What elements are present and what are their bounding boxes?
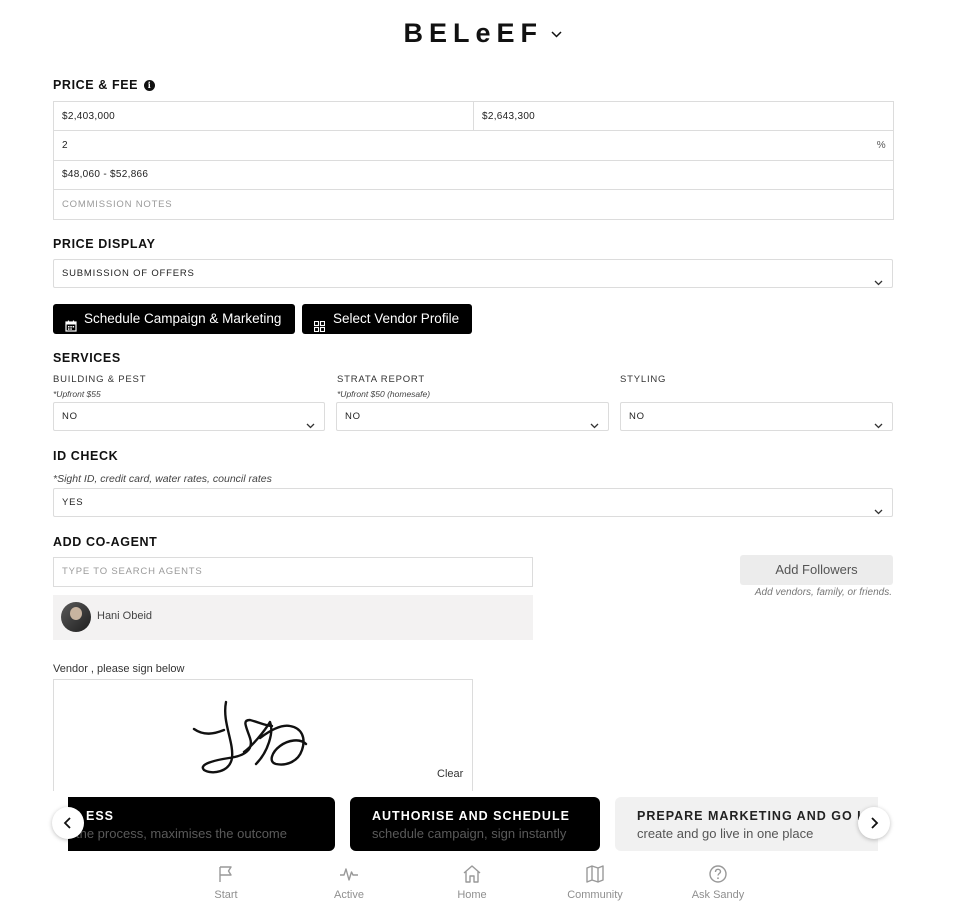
strata-report-note: *Upfront $50 (homesafe) [337, 389, 431, 399]
schedule-campaign-label: Schedule Campaign & Marketing [84, 311, 282, 326]
info-icon[interactable]: i [144, 80, 156, 91]
percent-unit: % [876, 140, 886, 151]
commission-range: $48,060 - $52,866 [62, 169, 149, 180]
divider [54, 189, 893, 190]
home-icon [463, 865, 481, 883]
price-low-field[interactable]: $2,403,000 [62, 111, 115, 122]
signature-drawing [192, 700, 308, 774]
price-fee-grid: $2,403,000 $2,643,300 2 % $48,060 - $52,… [53, 101, 894, 220]
id-check-value: YES [62, 497, 84, 508]
add-followers-button[interactable]: Add Followers [740, 555, 893, 585]
carousel-prev-button[interactable] [52, 807, 84, 839]
divider [54, 130, 893, 131]
nav-item-home[interactable]: Home [427, 864, 517, 901]
nav-item-ask-sandy[interactable]: Ask Sandy [673, 864, 763, 901]
commission-rate-field[interactable]: 2 [62, 140, 68, 151]
nav-label: Home [457, 889, 487, 901]
brand-logo: BELeEF [403, 18, 544, 48]
building-pest-note: *Upfront $55 [53, 389, 101, 399]
carousel-card-subtitle: schedule campaign, sign instantly [372, 826, 567, 841]
price-display-heading: PRICE DISPLAY [53, 237, 156, 251]
styling-label: STYLING [620, 374, 667, 385]
services-heading: SERVICES [53, 351, 121, 365]
help-circle-icon [709, 865, 727, 883]
feature-carousel[interactable]: ESS the process, maximises the outcome A… [68, 797, 878, 851]
carousel-card-title: AUTHORISE AND SCHEDULE [372, 809, 570, 823]
carousel-card-subtitle: create and go live in one place [637, 826, 814, 841]
nav-label: Community [567, 889, 623, 901]
price-fee-heading: PRICE & FEE i [53, 78, 156, 92]
grid-icon [313, 313, 326, 343]
carousel-card[interactable]: PREPARE MARKETING AND GO LI create and g… [615, 797, 878, 851]
styling-select[interactable]: NO [620, 402, 893, 431]
brand-header[interactable]: BELeEF [0, 18, 966, 49]
carousel-card[interactable]: AUTHORISE AND SCHEDULE schedule campaign… [350, 797, 600, 851]
nav-label: Active [334, 889, 364, 901]
agent-name: Hani Obeid [97, 610, 153, 622]
agent-card[interactable]: Hani Obeid [53, 595, 533, 640]
chevron-down-icon [874, 270, 883, 297]
chevron-down-icon[interactable] [551, 25, 563, 43]
chevron-down-icon [874, 499, 883, 526]
chevron-left-icon [63, 817, 71, 829]
carousel-card[interactable]: ESS the process, maximises the outcome [68, 797, 335, 851]
strata-report-value: NO [345, 411, 361, 422]
divider [54, 160, 893, 161]
carousel-card-title: ESS [86, 809, 115, 823]
chevron-down-icon [590, 413, 599, 440]
id-check-note: *Sight ID, credit card, water rates, cou… [53, 473, 272, 485]
schedule-campaign-button[interactable]: Schedule Campaign & Marketing [53, 304, 295, 334]
nav-item-active[interactable]: Active [304, 864, 394, 901]
activity-icon [340, 868, 358, 881]
clear-signature-button[interactable]: Clear [437, 768, 463, 780]
nav-item-start[interactable]: Start [181, 864, 271, 901]
signature-label: Vendor , please sign below [53, 663, 185, 675]
followers-note: Add vendors, family, or friends. [754, 587, 892, 598]
commission-notes-field[interactable]: COMMISSION NOTES [62, 199, 172, 210]
signature-pad[interactable] [53, 679, 473, 791]
strata-report-select[interactable]: NO [336, 402, 609, 431]
id-check-select[interactable]: YES [53, 488, 893, 517]
chevron-down-icon [306, 413, 315, 440]
flag-icon [219, 866, 232, 882]
nav-label: Start [214, 889, 238, 901]
agent-search-input[interactable]: TYPE TO SEARCH AGENTS [53, 557, 533, 587]
building-pest-select[interactable]: NO [53, 402, 325, 431]
price-display-value: SUBMISSION OF OFFERS [62, 268, 195, 279]
carousel-next-button[interactable] [858, 807, 890, 839]
chevron-down-icon [874, 413, 883, 440]
price-display-select[interactable]: SUBMISSION OF OFFERS [53, 259, 893, 288]
strata-report-label: STRATA REPORT [337, 374, 425, 385]
price-high-field[interactable]: $2,643,300 [482, 111, 535, 122]
building-pest-label: BUILDING & PEST [53, 374, 147, 385]
avatar [61, 602, 91, 632]
select-vendor-profile-label: Select Vendor Profile [333, 311, 460, 326]
styling-value: NO [629, 411, 645, 422]
carousel-card-subtitle: the process, maximises the outcome [76, 826, 287, 841]
co-agent-heading: ADD CO-AGENT [53, 535, 158, 549]
divider [473, 102, 474, 131]
select-vendor-profile-button[interactable]: Select Vendor Profile [302, 304, 472, 334]
chevron-right-icon [871, 817, 879, 829]
carousel-card-title: PREPARE MARKETING AND GO LI [637, 809, 871, 823]
nav-label: Ask Sandy [691, 889, 745, 901]
bottom-nav: Start Active Home Community Ask Sandy [0, 860, 966, 913]
id-check-heading: ID CHECK [53, 449, 119, 463]
building-pest-value: NO [62, 411, 78, 422]
map-icon [586, 865, 604, 883]
calendar-icon [65, 313, 77, 343]
nav-item-community[interactable]: Community [550, 864, 640, 901]
